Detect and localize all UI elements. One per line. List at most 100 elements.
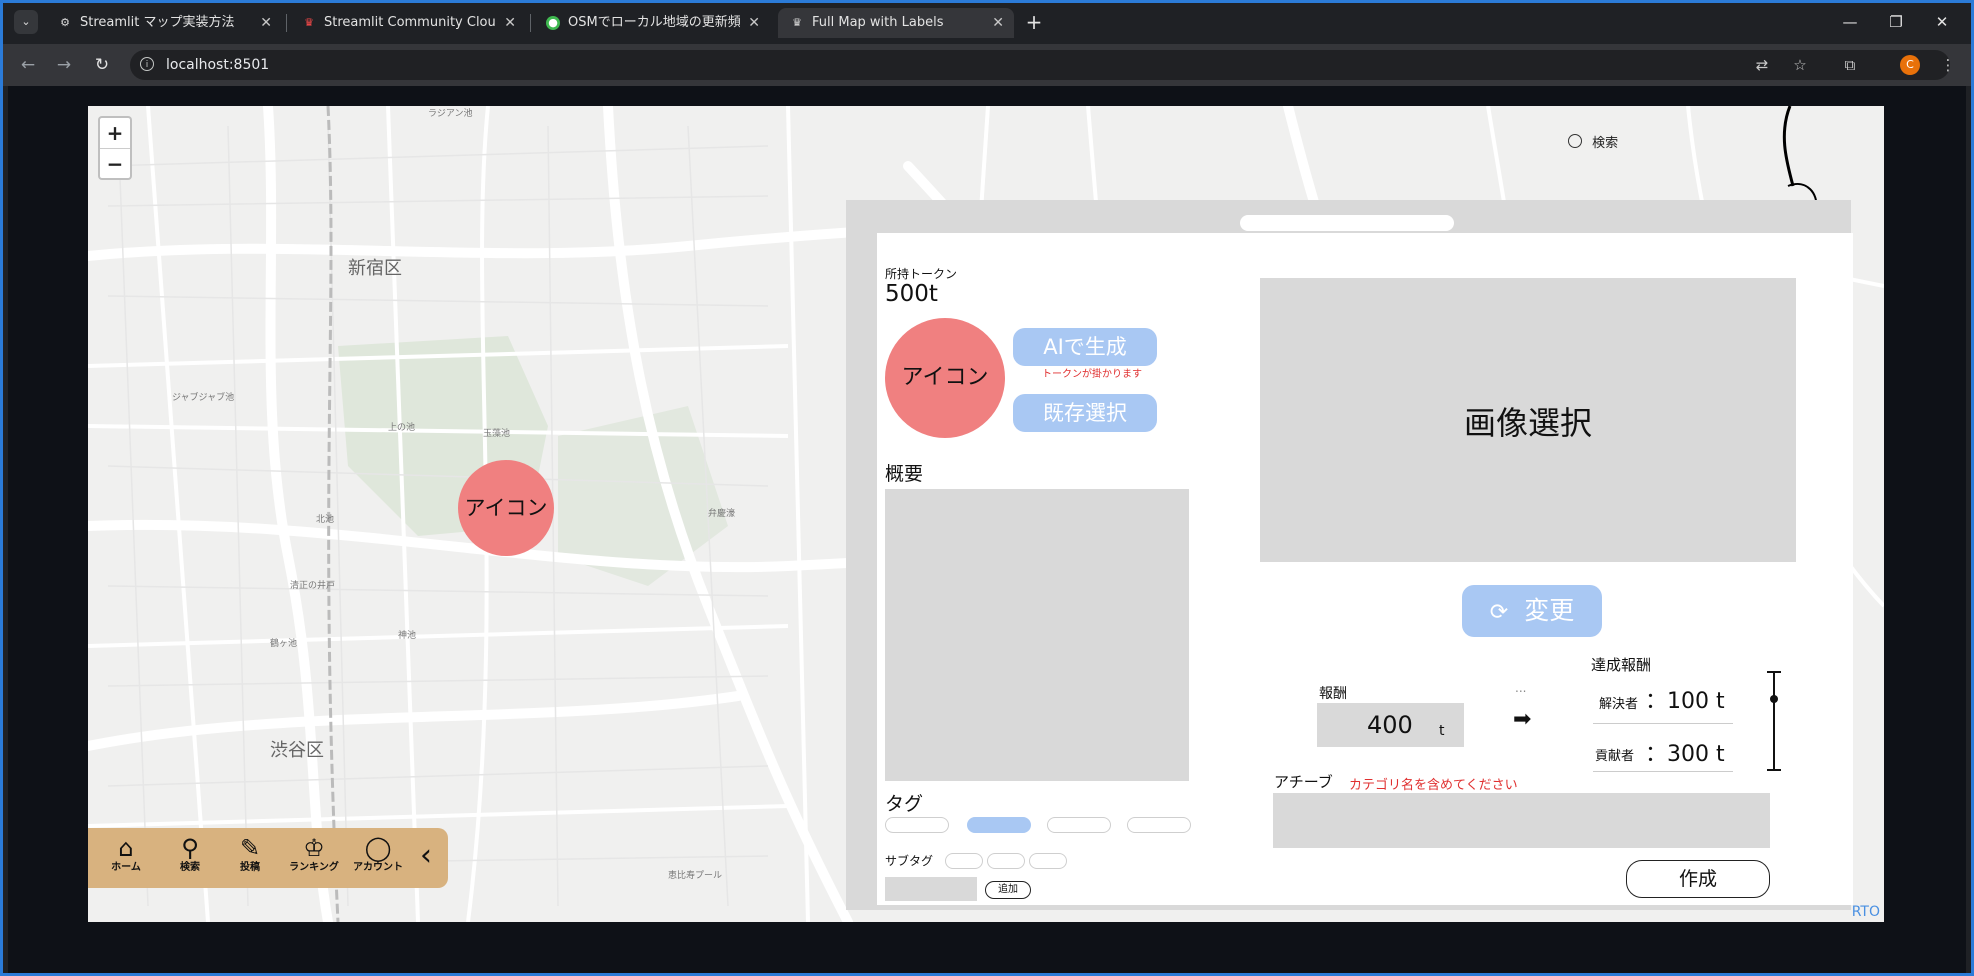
ellipsis-label: ... — [1515, 681, 1527, 695]
refresh-icon: ⟳ — [1489, 600, 1509, 625]
nav-home[interactable]: ⌂ ホーム — [106, 834, 146, 874]
close-icon[interactable]: ✕ — [504, 8, 516, 38]
tab-osm[interactable]: ● OSMでローカル地域の更新頻度を ✕ — [534, 8, 770, 38]
divider — [1593, 771, 1733, 772]
token-cost-note: トークンが掛かります — [1042, 369, 1142, 380]
tab-search-button[interactable]: ⌄ — [14, 10, 38, 34]
chat-icon: ● — [546, 16, 560, 30]
reward-label: 報酬 — [1319, 686, 1347, 702]
close-icon[interactable]: ✕ — [260, 8, 272, 38]
reload-icon[interactable]: ↻ — [90, 53, 114, 77]
gear-icon: ⚙ — [60, 16, 70, 29]
slider-cap — [1767, 769, 1781, 771]
close-icon[interactable]: ✕ — [748, 8, 760, 38]
nav-label: アカウント — [353, 862, 403, 873]
avatar-icon-preview: アイコン — [885, 318, 1005, 438]
home-icon: ⌂ — [118, 834, 134, 862]
extensions-icon[interactable]: ⧉ — [1838, 53, 1862, 77]
tag-chip[interactable] — [885, 817, 949, 833]
translate-icon[interactable]: ⇄ — [1750, 53, 1774, 77]
map-marker-icon[interactable]: アイコン — [458, 460, 554, 556]
existing-select-button[interactable]: 既存選択 — [1013, 394, 1157, 432]
subtag-chip[interactable] — [987, 853, 1025, 869]
category-note: カテゴリ名を含めてください — [1349, 778, 1518, 793]
avatar[interactable]: C — [1900, 55, 1920, 75]
map-attribution[interactable]: RTO — [1852, 904, 1880, 920]
more-menu-icon[interactable]: ⋮ — [1936, 53, 1960, 77]
tab-title: OSMでローカル地域の更新頻度を — [568, 15, 740, 30]
tab-title: Full Map with Labels — [812, 15, 944, 30]
nav-search[interactable]: ⚲ 検索 — [170, 834, 210, 874]
token-value: 500t — [885, 281, 938, 307]
image-select-area[interactable]: 画像選択 — [1260, 278, 1796, 562]
subtag-chip[interactable] — [1029, 853, 1067, 869]
back-arrow-icon[interactable]: ← — [16, 53, 40, 77]
summary-textarea[interactable] — [885, 489, 1189, 781]
close-icon[interactable]: ✕ — [992, 8, 1004, 38]
search-icon: ⚲ — [181, 834, 199, 862]
slider-cap — [1767, 671, 1781, 673]
restore-button[interactable]: ❐ — [1876, 8, 1916, 36]
change-button[interactable]: ⟳ 変更 — [1462, 585, 1602, 637]
reward-input[interactable]: 400 t — [1317, 703, 1464, 747]
info-icon[interactable]: i — [140, 57, 154, 71]
bottom-nav: ⌂ ホーム ⚲ 検索 ✎ 投稿 ♔ ランキング ◯ アカウント ‹ — [88, 828, 448, 888]
subtag-label: サブタグ — [885, 854, 934, 868]
map-small-label: 弁慶濠 — [708, 509, 736, 519]
create-button[interactable]: 作成 — [1626, 860, 1770, 898]
close-window-button[interactable]: ✕ — [1922, 8, 1962, 36]
create-form-panel: 所持トークン 500t アイコン AIで生成 トークンが掛かります 既存選択 概… — [877, 233, 1853, 905]
address-bar[interactable]: i localhost:8501 ⇄ ☆ — [130, 50, 1950, 80]
star-icon[interactable]: ☆ — [1788, 53, 1812, 77]
tag-chip[interactable] — [1127, 817, 1191, 833]
tab-streamlit-cloud[interactable]: ♛ Streamlit Community Cloud • S ✕ — [290, 8, 526, 38]
tab-streamlit-map[interactable]: ⚙ Streamlit マップ実装方法 ✕ — [46, 8, 282, 38]
tab-full-map[interactable]: ♛ Full Map with Labels ✕ — [778, 8, 1014, 38]
ratio-slider-track[interactable] — [1773, 671, 1775, 771]
tag-chip-selected[interactable] — [967, 817, 1031, 833]
minimize-button[interactable]: — — [1830, 8, 1870, 36]
nav-label: ランキング — [289, 862, 339, 873]
map-small-label: 恵比寿プール — [668, 871, 723, 881]
subtag-chip[interactable] — [945, 853, 983, 869]
zoom-out-button[interactable]: − — [100, 149, 130, 179]
map-small-label: ジャブジャブ池 — [172, 393, 235, 403]
ratio-slider-handle[interactable] — [1770, 695, 1778, 703]
map-small-label: 神池 — [398, 631, 417, 641]
crown-icon: ♔ — [303, 834, 325, 862]
nav-post[interactable]: ✎ 投稿 — [230, 834, 270, 874]
map-search[interactable]: 検索 — [1568, 132, 1618, 151]
district-label: 新宿区 — [348, 258, 402, 279]
new-tab-button[interactable]: + — [1022, 8, 1046, 36]
team-label: アチーブ — [1274, 773, 1333, 791]
solver-value: ：100 t — [1645, 689, 1725, 714]
user-icon: ◯ — [364, 834, 392, 862]
nav-ranking[interactable]: ♔ ランキング — [284, 834, 344, 874]
reward-unit: t — [1439, 723, 1445, 739]
tag-label: タグ — [885, 793, 924, 815]
collapse-nav-button[interactable]: ‹ — [414, 838, 438, 873]
map-small-label: 清正の井戸 — [290, 581, 336, 591]
add-subtag-button[interactable]: 追加 — [985, 881, 1031, 899]
team-input[interactable] — [1273, 793, 1770, 848]
map-small-label: ラジアン池 — [428, 109, 473, 119]
nav-label: ホーム — [111, 862, 141, 873]
nav-account[interactable]: ◯ アカウント — [350, 834, 406, 874]
solver-label: 解決者 — [1599, 697, 1639, 712]
crown-icon: ♛ — [792, 16, 802, 29]
ai-generate-button[interactable]: AIで生成 — [1013, 328, 1157, 366]
crown-icon: ♛ — [304, 16, 314, 29]
post-icon: ✎ — [239, 834, 261, 862]
nav-label: 検索 — [180, 862, 200, 873]
search-icon — [1568, 134, 1582, 148]
forward-arrow-icon[interactable]: → — [52, 53, 76, 77]
tag-chip[interactable] — [1047, 817, 1111, 833]
nav-label: 投稿 — [240, 862, 260, 873]
panel-drag-handle[interactable] — [1240, 215, 1454, 231]
subtag-input[interactable] — [885, 877, 977, 901]
map-small-label: 上の池 — [388, 423, 416, 433]
map-small-label: 玉藻池 — [483, 429, 511, 439]
contributor-label: 貢献者 — [1595, 749, 1635, 764]
zoom-in-button[interactable]: + — [100, 118, 130, 149]
map-small-label: 北池 — [316, 515, 335, 525]
